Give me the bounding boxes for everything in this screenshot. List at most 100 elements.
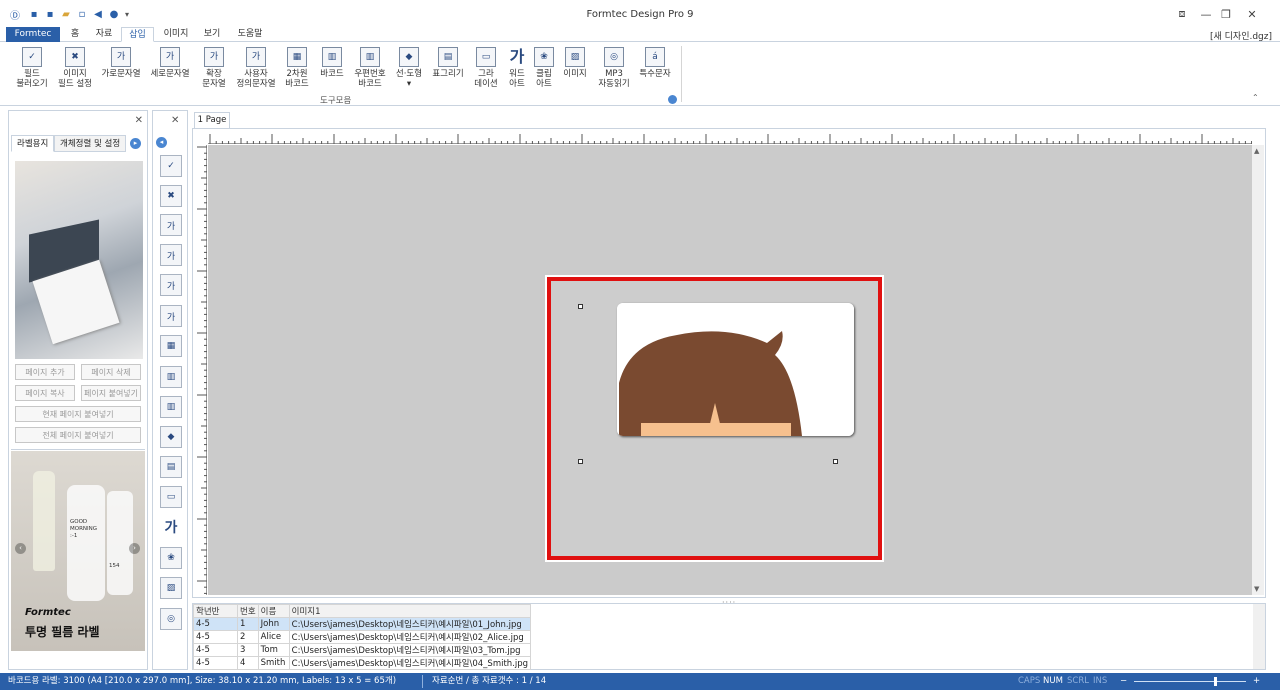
- zoom-out-icon[interactable]: −: [1120, 673, 1127, 690]
- table-row[interactable]: 4-5 1 John C:\Users\james\Desktop\네임스티커\…: [193, 617, 532, 631]
- add-page-button[interactable]: 페이지 추가: [15, 364, 75, 380]
- tool-clip-art-icon[interactable]: ❀: [160, 547, 182, 569]
- tool-postal-barcode-icon[interactable]: ▥: [160, 396, 182, 418]
- copy-page-button[interactable]: 페이지 복사: [15, 385, 75, 401]
- grid-cell[interactable]: John: [257, 617, 290, 631]
- grid-cell[interactable]: C:\Users\james\Desktop\네임스티커\예시파일\03_Tom…: [288, 643, 532, 657]
- grid-cell[interactable]: 4-5: [193, 617, 238, 631]
- ribbon-button-clip-art[interactable]: ❀ 클립 아트: [530, 47, 558, 89]
- zoom-slider-track[interactable]: [1134, 681, 1246, 682]
- paste-current-page-button[interactable]: 현재 페이지 붙여넣기: [15, 406, 141, 422]
- tool-mp3-icon[interactable]: ◎: [160, 608, 182, 630]
- tool-barcode-icon[interactable]: ▥: [160, 366, 182, 388]
- column-header-name[interactable]: 이름: [257, 604, 290, 618]
- ribbon-button-horizontal-text[interactable]: 가 가로문자열: [99, 47, 143, 79]
- tab-formtec[interactable]: Formtec: [6, 27, 60, 42]
- zoom-in-icon[interactable]: +: [1253, 673, 1260, 690]
- restore-icon[interactable]: ❐: [1216, 6, 1236, 22]
- paste-all-pages-button[interactable]: 전체 페이지 붙여넣기: [15, 427, 141, 443]
- tool-shapes-icon[interactable]: ◆: [160, 426, 182, 448]
- ribbon-button-image[interactable]: ▨ 이미지: [560, 47, 590, 79]
- data-grid[interactable]: 학년반 번호 이름 이미지1 4-5 1 John C:\Users\james…: [193, 604, 532, 670]
- grid-cell[interactable]: C:\Users\james\Desktop\네임스티커\예시파일\01_Joh…: [288, 617, 532, 631]
- tool-custom-text-icon[interactable]: 가: [160, 305, 182, 327]
- ribbon-button-vertical-text[interactable]: 가 세로문자열: [148, 47, 192, 79]
- selection-handle[interactable]: [578, 304, 583, 309]
- extended-text-icon: 가: [204, 47, 224, 67]
- carousel-prev-icon[interactable]: ‹: [15, 543, 26, 554]
- ribbon-button-extended-text[interactable]: 가 확장 문자열: [196, 47, 232, 89]
- ribbon-button-custom-text[interactable]: 가 사용자 정의문자열: [235, 47, 277, 89]
- tab-label-paper[interactable]: 라벨용지: [11, 135, 55, 152]
- group-expand-icon[interactable]: [668, 95, 677, 104]
- page-tab[interactable]: 1 Page: [194, 112, 230, 128]
- table-row[interactable]: 4-5 3 Tom C:\Users\james\Desktop\네임스티커\예…: [193, 643, 532, 657]
- grid-cell[interactable]: C:\Users\james\Desktop\네임스티커\예시파일\02_Ali…: [288, 630, 532, 644]
- grid-cell[interactable]: 2: [237, 630, 259, 644]
- grid-cell[interactable]: 4-5: [193, 630, 238, 644]
- tab-data[interactable]: 자료: [92, 27, 116, 42]
- tab-insert[interactable]: 삽입: [121, 27, 154, 42]
- tool-vertical-text-icon[interactable]: 가: [160, 244, 182, 266]
- grid-cell[interactable]: Smith: [257, 656, 290, 670]
- ribbon-button-image-field[interactable]: ✖ 이미지 필드 설정: [55, 47, 95, 89]
- ribbon-button-table[interactable]: ▤ 표그리기: [430, 47, 466, 79]
- tab-home[interactable]: 홈: [64, 27, 86, 42]
- tool-word-art-icon[interactable]: 가: [160, 516, 182, 538]
- ribbon-button-special-char[interactable]: á 특수문자: [636, 47, 674, 79]
- column-header-number[interactable]: 번호: [237, 604, 259, 618]
- ribbon-button-mp3[interactable]: ◎ MP3 자동읽기: [594, 47, 634, 89]
- close-toolbox-icon[interactable]: ✕: [171, 115, 179, 126]
- toolbox-prev-icon[interactable]: ◂: [156, 137, 167, 148]
- tab-view[interactable]: 보기: [199, 27, 225, 42]
- vertical-scrollbar[interactable]: ▲ ▼: [1252, 145, 1264, 595]
- tool-image-field-icon[interactable]: ✖: [160, 185, 182, 207]
- ribbon-button-postal-barcode[interactable]: ▥ 우편번호 바코드: [351, 47, 389, 89]
- tool-qr-code-icon[interactable]: ▦: [160, 335, 182, 357]
- tool-image-icon[interactable]: ▨: [160, 577, 182, 599]
- tool-horizontal-text-icon[interactable]: 가: [160, 214, 182, 236]
- zoom-slider-thumb[interactable]: [1214, 677, 1217, 686]
- tool-gradation-icon[interactable]: ▭: [160, 486, 182, 508]
- grid-cell[interactable]: 4-5: [193, 656, 238, 670]
- tool-table-icon[interactable]: ▤: [160, 456, 182, 478]
- grid-cell[interactable]: Tom: [257, 643, 290, 657]
- ribbon-button-2d-barcode[interactable]: ▦ 2차원 바코드: [280, 47, 314, 89]
- column-header-class[interactable]: 학년반: [193, 604, 238, 618]
- scroll-down-icon[interactable]: ▼: [1254, 585, 1259, 593]
- delete-page-button[interactable]: 페이지 삭제: [81, 364, 141, 380]
- image-object[interactable]: [617, 303, 854, 436]
- close-icon[interactable]: ✕: [1242, 6, 1262, 22]
- tab-help[interactable]: 도움말: [232, 27, 268, 42]
- paste-page-button[interactable]: 페이지 붙여넣기: [81, 385, 141, 401]
- tab-object-align[interactable]: 개체정렬 및 설정: [54, 135, 127, 152]
- ribbon-button-barcode[interactable]: ▥ 바코드: [316, 47, 348, 79]
- table-row[interactable]: 4-5 4 Smith C:\Users\james\Desktop\네임스티커…: [193, 656, 532, 670]
- grid-cell[interactable]: C:\Users\james\Desktop\네임스티커\예시파일\04_Smi…: [288, 656, 532, 670]
- ribbon-button-word-art[interactable]: 가 워드 아트: [503, 47, 531, 90]
- minimize-icon[interactable]: —: [1196, 6, 1216, 22]
- grid-cell[interactable]: 3: [237, 643, 259, 657]
- column-header-image1[interactable]: 이미지1: [288, 604, 532, 618]
- panel-next-icon[interactable]: ▸: [130, 138, 141, 149]
- help-window-icon[interactable]: ⧈: [1172, 6, 1192, 22]
- grid-cell[interactable]: Alice: [257, 630, 290, 644]
- ad-banner: GOOD MORNING :-1 154 ‹ › Formtec 투명 필름 라…: [11, 451, 145, 651]
- ribbon-button-shapes[interactable]: ◆ 선·도형 ▾: [393, 47, 425, 89]
- collapse-ribbon-icon[interactable]: ⌃: [1252, 93, 1259, 102]
- tool-extended-text-icon[interactable]: 가: [160, 274, 182, 296]
- grid-cell[interactable]: 4: [237, 656, 259, 670]
- selection-handle[interactable]: [578, 459, 583, 464]
- tool-field-icon[interactable]: ✓: [160, 155, 182, 177]
- close-panel-icon[interactable]: ✕: [135, 115, 143, 126]
- scroll-up-icon[interactable]: ▲: [1254, 147, 1259, 155]
- grid-cell[interactable]: 1: [237, 617, 259, 631]
- table-row[interactable]: 4-5 2 Alice C:\Users\james\Desktop\네임스티커…: [193, 630, 532, 644]
- selection-handle[interactable]: [833, 459, 838, 464]
- ribbon-button-field-load[interactable]: ✓ 필드 불러오기: [12, 47, 52, 89]
- ribbon-button-gradation[interactable]: ▭ 그라 데이션: [470, 47, 502, 89]
- tab-image[interactable]: 이미지: [159, 27, 193, 42]
- grid-cell[interactable]: 4-5: [193, 643, 238, 657]
- carousel-next-icon[interactable]: ›: [129, 543, 140, 554]
- grid-scrollbar[interactable]: [1253, 604, 1265, 669]
